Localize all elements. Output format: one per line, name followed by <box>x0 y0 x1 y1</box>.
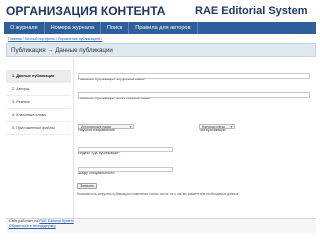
nav-item-issues[interactable]: Номера журнала <box>45 22 102 34</box>
slide-title: ОРГАНИЗАЦИЯ КОНТЕНТА <box>6 4 166 18</box>
step-authors[interactable]: 2. Авторы <box>6 83 71 96</box>
step-publication-data[interactable]: 1. Данные публикации <box>6 70 71 83</box>
chevron-down-icon: ▼ <box>230 125 233 129</box>
specialty-input[interactable] <box>78 167 173 172</box>
step-keywords[interactable]: 4. Ключевые слова <box>6 109 71 122</box>
direction-select[interactable]: Исторические науки ▼ <box>78 124 134 129</box>
udc-input[interactable] <box>78 147 173 152</box>
top-navigation: О журнале Номера журнала Поиск Правила д… <box>4 22 316 34</box>
upload-note: Возможность загрузить публикацию появляе… <box>77 192 240 196</box>
breadcrumb[interactable]: Главная / Личный портфель / Управление п… <box>8 37 102 41</box>
save-button[interactable]: Записать <box>77 183 97 189</box>
step-abstract[interactable]: 3. Резюме <box>6 96 71 109</box>
slide-subtitle: RAE Editorial System <box>195 5 308 17</box>
chevron-down-icon: ▼ <box>129 125 132 129</box>
type-select[interactable]: Научная статья ▼ <box>199 124 235 129</box>
nav-item-about[interactable]: О журнале <box>4 22 45 34</box>
title-en-input[interactable] <box>78 92 310 98</box>
steps-sidebar: 1. Данные публикации 2. Авторы 3. Резюме… <box>6 70 71 135</box>
nav-item-author-rules[interactable]: Правила для авторов <box>129 22 198 34</box>
footer: Сайт работает на RAE Editorial System Об… <box>6 218 316 233</box>
nav-item-search[interactable]: Поиск <box>101 22 130 34</box>
support-link[interactable]: Обратиться в техподдержку <box>9 224 56 228</box>
title-ru-input[interactable] <box>78 73 310 79</box>
step-attached-files[interactable]: 5. Приложенные файлы <box>6 122 71 135</box>
required-mark: * <box>118 151 120 155</box>
page-title: Публикация → Данные публикации <box>6 43 316 57</box>
rae-editorial-link[interactable]: RAE Editorial System <box>39 219 73 223</box>
footer-support: Обратиться в техподдержку <box>6 224 316 229</box>
